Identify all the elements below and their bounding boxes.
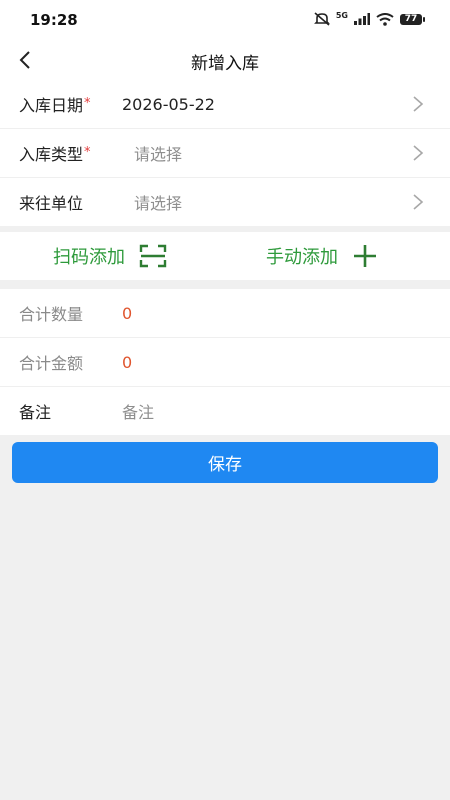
total-amount-value: 0 <box>122 352 133 372</box>
total-qty-label: 合计数量 <box>19 305 84 324</box>
type-label: 入库类型* <box>19 145 91 164</box>
remark-row[interactable]: 备注 备注 <box>0 387 450 435</box>
chevron-right-icon <box>413 96 424 112</box>
required-mark: * <box>84 145 91 160</box>
form-card: 入库日期* 2026-05-22 入库类型* 请选择 来往单位 请选择 <box>0 80 450 226</box>
page-title: 新增入库 <box>191 54 259 74</box>
summary-card: 合计数量 0 合计金额 0 备注 备注 <box>0 289 450 435</box>
scan-add-button[interactable]: 扫码添加 <box>53 232 167 280</box>
manual-add-button[interactable]: 手动添加 <box>266 232 378 280</box>
save-button[interactable]: 保存 <box>12 442 438 483</box>
remark-label: 备注 <box>19 403 52 422</box>
type-select[interactable]: 请选择 <box>134 141 182 165</box>
add-actions-card: 扫码添加 手动添加 <box>0 232 450 280</box>
date-label: 入库日期* <box>19 96 91 115</box>
scan-add-label: 扫码添加 <box>53 247 125 268</box>
total-amount-label: 合计金额 <box>19 354 84 373</box>
scan-icon <box>139 244 167 268</box>
total-amount-row: 合计金额 0 <box>0 338 450 387</box>
manual-add-label: 手动添加 <box>266 247 338 268</box>
wifi-icon <box>376 12 394 26</box>
status-time: 19:28 <box>30 11 78 29</box>
mute-icon <box>313 12 330 26</box>
partner-label: 来往单位 <box>19 194 84 213</box>
remark-input[interactable]: 备注 <box>122 399 154 423</box>
total-qty-row: 合计数量 0 <box>0 289 450 338</box>
network-type: 5G <box>335 10 348 20</box>
chevron-right-icon <box>413 194 424 210</box>
type-row[interactable]: 入库类型* 请选择 <box>0 129 450 178</box>
date-row[interactable]: 入库日期* 2026-05-22 <box>0 80 450 129</box>
chevron-right-icon <box>413 145 424 161</box>
partner-row[interactable]: 来往单位 请选择 <box>0 178 450 226</box>
battery-level: 77 <box>404 14 418 24</box>
battery-icon: 77 <box>400 13 425 25</box>
nav-bar: 新增入库 <box>0 40 450 80</box>
plus-icon <box>354 245 376 267</box>
status-bar: 19:28 5G 77 <box>0 0 450 40</box>
signal-icon <box>354 13 370 25</box>
partner-select[interactable]: 请选择 <box>134 190 182 214</box>
date-value: 2026-05-22 <box>122 94 215 114</box>
total-qty-value: 0 <box>122 303 133 323</box>
required-mark: * <box>84 96 91 111</box>
status-icons: 5G 77 <box>313 10 425 26</box>
